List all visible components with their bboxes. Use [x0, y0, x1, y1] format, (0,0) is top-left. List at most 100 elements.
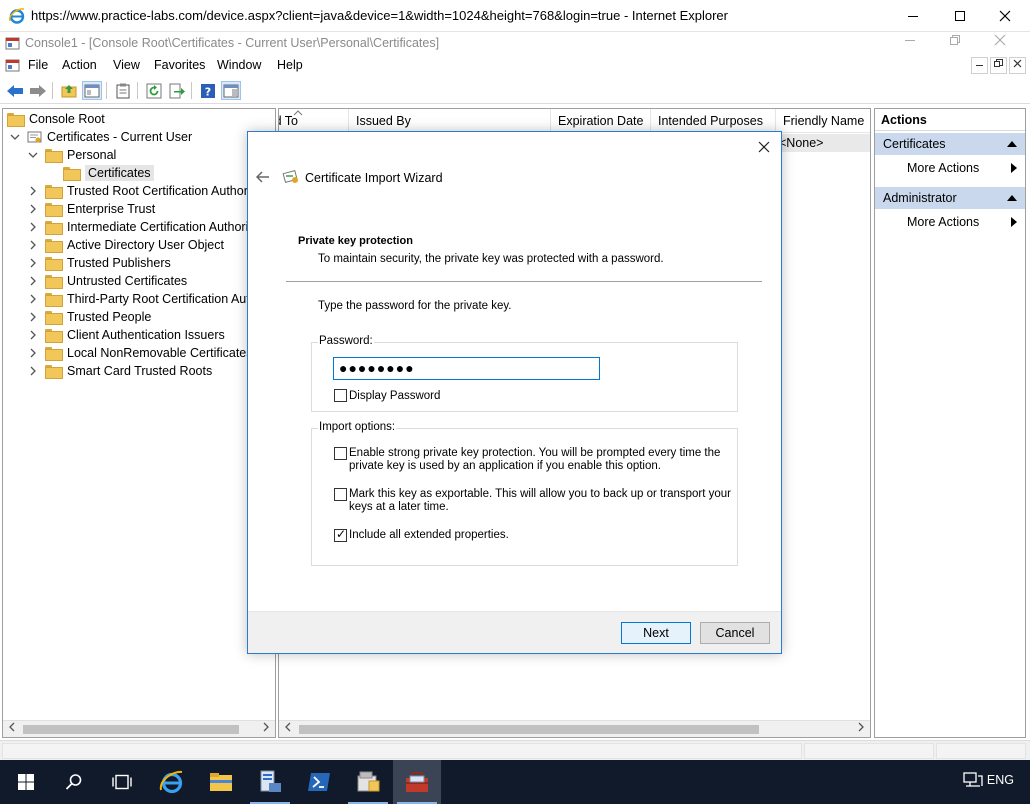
chevron-right-icon[interactable] — [27, 275, 39, 287]
taskbar-admin-tools[interactable] — [344, 760, 392, 804]
chevron-right-icon[interactable] — [27, 365, 39, 377]
file-explorer-icon — [210, 773, 232, 791]
menu-favorites[interactable]: Favorites — [154, 58, 205, 72]
taskbar-powershell[interactable] — [295, 760, 343, 804]
chevron-right-icon[interactable] — [27, 293, 39, 305]
certificate-import-wizard-dialog: Certificate Import Wizard Private key pr… — [247, 131, 782, 654]
column-issued-by[interactable]: Issued By — [349, 109, 551, 133]
tree-item-label: Third-Party Root Certification Authoriti… — [67, 292, 276, 306]
console-close-button[interactable] — [985, 34, 1015, 52]
taskbar-mmc-console[interactable] — [393, 760, 441, 804]
table-row[interactable]: <None> — [776, 134, 870, 152]
scroll-right-icon[interactable] — [854, 722, 868, 736]
chevron-right-icon[interactable] — [27, 203, 39, 215]
scrollbar-thumb[interactable] — [23, 725, 239, 734]
refresh-button[interactable] — [144, 81, 164, 100]
tree-item-local-nonremovable[interactable]: Local NonRemovable Certificates — [27, 344, 253, 362]
menu-help[interactable]: Help — [277, 58, 303, 72]
tree-item-trusted-publishers[interactable]: Trusted Publishers — [27, 254, 171, 272]
more-actions-administrator[interactable]: More Actions — [907, 215, 979, 229]
menu-action[interactable]: Action — [62, 58, 97, 72]
start-button[interactable] — [2, 760, 50, 804]
search-button[interactable] — [50, 760, 98, 804]
scroll-right-icon[interactable] — [259, 722, 273, 736]
next-button[interactable]: Next — [621, 622, 691, 644]
scroll-left-icon[interactable] — [5, 722, 19, 736]
export-button[interactable] — [167, 81, 187, 100]
list-horizontal-scrollbar[interactable] — [279, 720, 870, 737]
export-list-button[interactable] — [113, 81, 133, 100]
chevron-right-icon[interactable] — [27, 239, 39, 251]
chevron-right-icon[interactable] — [27, 185, 39, 197]
tree-item-untrusted-certificates[interactable]: Untrusted Certificates — [27, 272, 187, 290]
mdi-minimize-button[interactable] — [971, 57, 988, 74]
task-view-button[interactable] — [98, 760, 146, 804]
tree-item-active-directory-user-object[interactable]: Active Directory User Object — [27, 236, 224, 254]
minimize-button[interactable] — [890, 0, 936, 31]
mdi-restore-button[interactable] — [990, 57, 1007, 74]
tree-item-smart-card-trusted-roots[interactable]: Smart Card Trusted Roots — [27, 362, 212, 380]
collapse-icon[interactable] — [1007, 141, 1017, 147]
close-button[interactable] — [982, 0, 1028, 31]
scrollbar-thumb[interactable] — [299, 725, 759, 734]
maximize-button[interactable] — [937, 0, 983, 31]
exportable-checkbox[interactable] — [334, 488, 347, 501]
tree-item-intermediate-ca[interactable]: Intermediate Certification Authorities — [27, 218, 268, 236]
chevron-right-icon[interactable] — [27, 257, 39, 269]
search-icon — [65, 774, 82, 790]
dialog-close-button[interactable] — [753, 136, 775, 158]
tree-item-third-party-root[interactable]: Third-Party Root Certification Authoriti… — [27, 290, 276, 308]
chevron-right-icon[interactable] — [27, 311, 39, 323]
column-intended-purposes[interactable]: Intended Purposes — [651, 109, 776, 133]
cancel-button[interactable]: Cancel — [700, 622, 770, 644]
taskbar-server-manager[interactable] — [246, 760, 294, 804]
tree-item-trusted-people[interactable]: Trusted People — [27, 308, 151, 326]
chevron-down-icon[interactable] — [9, 131, 21, 143]
help-button[interactable]: ? — [198, 81, 218, 100]
tree-item-label: Enterprise Trust — [67, 202, 156, 216]
column-friendly-name[interactable]: Friendly Name — [776, 109, 870, 133]
exportable-label: Mark this key as exportable. This will a… — [349, 488, 731, 514]
wizard-back-button[interactable] — [255, 170, 270, 188]
tree-item-trusted-root[interactable]: Trusted Root Certification Authorities — [27, 182, 270, 200]
console-tree-pane: Console Root Certificates - Current User… — [2, 108, 276, 738]
mdi-close-button[interactable] — [1009, 57, 1026, 74]
console-restore-button[interactable] — [940, 34, 970, 52]
extended-properties-checkbox[interactable] — [334, 527, 347, 542]
taskbar-file-explorer[interactable] — [197, 760, 245, 804]
actions-section-certificates[interactable]: Certificates — [875, 133, 1025, 155]
tree-item-personal[interactable]: Personal — [27, 146, 116, 164]
menu-view[interactable]: View — [113, 58, 140, 72]
more-actions-certificates[interactable]: More Actions — [907, 161, 979, 175]
tree-item-enterprise-trust[interactable]: Enterprise Trust — [27, 200, 155, 218]
up-folder-icon — [61, 84, 77, 97]
strong-protection-checkbox[interactable] — [334, 447, 347, 460]
network-icon[interactable] — [963, 772, 983, 790]
taskbar-internet-explorer[interactable] — [148, 760, 196, 804]
chevron-down-icon[interactable] — [27, 149, 39, 161]
scroll-left-icon[interactable] — [281, 722, 295, 736]
back-button[interactable] — [5, 81, 25, 100]
tree-item-personal-certificates[interactable]: Certificates — [63, 164, 154, 182]
password-input[interactable]: ●●●●●●●● — [333, 357, 600, 380]
menu-window[interactable]: Window — [217, 58, 261, 72]
menu-file[interactable]: File — [28, 58, 48, 72]
console-minimize-button[interactable] — [895, 34, 925, 52]
collapse-icon[interactable] — [1007, 195, 1017, 201]
tree-item-certificates-current-user[interactable]: Certificates - Current User — [9, 128, 192, 146]
display-password-checkbox[interactable] — [334, 389, 347, 402]
tree-item-client-authentication-issuers[interactable]: Client Authentication Issuers — [27, 326, 225, 344]
chevron-right-icon[interactable] — [27, 329, 39, 341]
forward-button[interactable] — [28, 81, 48, 100]
tree-horizontal-scrollbar[interactable] — [3, 720, 275, 737]
up-one-level-button[interactable] — [59, 81, 79, 100]
tree-item-console-root[interactable]: Console Root — [7, 110, 105, 128]
show-hide-tree-button[interactable] — [82, 81, 102, 100]
chevron-right-icon[interactable] — [27, 221, 39, 233]
column-issued-to[interactable]: Issued To — [279, 109, 349, 133]
actions-section-administrator[interactable]: Administrator — [875, 187, 1025, 209]
language-indicator[interactable]: ENG — [987, 773, 1014, 787]
chevron-right-icon[interactable] — [27, 347, 39, 359]
show-hide-action-pane-button[interactable] — [221, 81, 241, 100]
column-expiration-date[interactable]: Expiration Date — [551, 109, 651, 133]
